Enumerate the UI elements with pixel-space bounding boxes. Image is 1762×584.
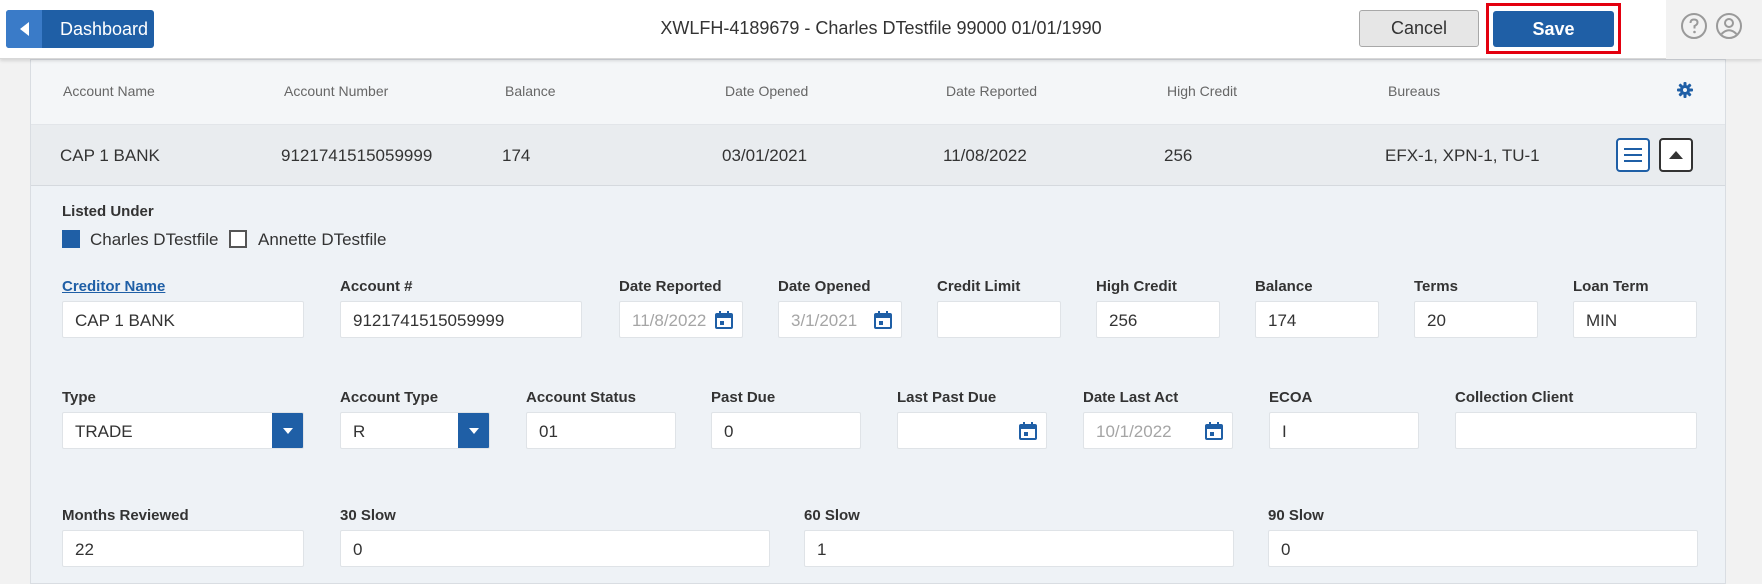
column-header: High Credit [1167, 83, 1238, 99]
gear-icon[interactable] [1677, 82, 1693, 98]
listed-under-checkbox[interactable] [62, 230, 80, 248]
account-type-value: R [353, 422, 366, 441]
type-label: Type [62, 389, 96, 406]
cancel-button[interactable]: Cancel [1359, 10, 1479, 47]
date-last-act-value: 10/1/2022 [1096, 422, 1172, 441]
high-credit-input[interactable]: 256 [1096, 301, 1220, 338]
last-past-due-label: Last Past Due [897, 389, 997, 406]
slow-30-label: 30 Slow [340, 507, 396, 524]
terms-input[interactable]: 20 [1414, 301, 1538, 338]
accounts-panel: Account Name Account Number Balance Date… [30, 59, 1726, 584]
cell-date-opened: 03/01/2021 [722, 146, 808, 165]
column-header: Date Reported [946, 83, 1038, 99]
date-reported-label: Date Reported [619, 278, 722, 295]
account-number-label: Account # [340, 278, 413, 295]
chevron-down-icon[interactable] [458, 413, 489, 448]
last-past-due-input[interactable] [897, 412, 1047, 449]
ecoa-label: ECOA [1269, 389, 1313, 406]
account-status-input[interactable]: 01 [526, 412, 676, 449]
account-type-select[interactable]: R [340, 412, 490, 449]
past-due-input[interactable]: 0 [711, 412, 861, 449]
ecoa-input[interactable]: I [1269, 412, 1419, 449]
listed-under-checkbox[interactable] [229, 230, 247, 248]
collapse-row-button[interactable] [1659, 138, 1693, 172]
listed-under-label: Listed Under [62, 203, 154, 220]
top-bar: Dashboard XWLFH-4189679 - Charles DTestf… [0, 0, 1762, 59]
months-reviewed-label: Months Reviewed [62, 507, 189, 524]
calendar-icon[interactable] [873, 310, 893, 330]
account-number-input[interactable]: 9121741515059999 [340, 301, 582, 338]
type-value: TRADE [75, 422, 133, 441]
loan-term-input[interactable]: MIN [1573, 301, 1697, 338]
slow-30-input[interactable]: 0 [340, 530, 770, 567]
column-header: Account Name [63, 83, 155, 99]
loan-term-label: Loan Term [1573, 278, 1649, 295]
date-opened-input[interactable]: 3/1/2021 [778, 301, 902, 338]
save-button[interactable]: Save [1493, 11, 1614, 47]
table-row[interactable]: CAP 1 BANK 9121741515059999 174 03/01/20… [31, 125, 1725, 186]
listed-under-name: Charles DTestfile [90, 230, 219, 249]
column-header: Balance [505, 83, 556, 99]
date-reported-input[interactable]: 11/8/2022 [619, 301, 743, 338]
balance-label: Balance [1255, 278, 1313, 295]
high-credit-label: High Credit [1096, 278, 1177, 295]
header-icons [1666, 0, 1762, 59]
cell-account-number: 9121741515059999 [281, 146, 433, 165]
cell-bureaus: EFX-1, XPN-1, TU-1 [1385, 146, 1540, 165]
terms-label: Terms [1414, 278, 1458, 295]
calendar-icon[interactable] [1204, 421, 1224, 441]
row-menu-button[interactable] [1616, 138, 1650, 172]
cell-account-name: CAP 1 BANK [60, 146, 160, 165]
chevron-down-icon[interactable] [272, 413, 303, 448]
listed-under-name: Annette DTestfile [258, 230, 387, 249]
date-opened-label: Date Opened [778, 278, 871, 295]
user-profile-icon[interactable] [1715, 12, 1743, 40]
slow-60-label: 60 Slow [804, 507, 860, 524]
help-icon[interactable] [1680, 12, 1708, 40]
slow-90-input[interactable]: 0 [1268, 530, 1698, 567]
date-opened-value: 3/1/2021 [791, 311, 858, 330]
date-last-act-label: Date Last Act [1083, 389, 1179, 406]
months-reviewed-input[interactable]: 22 [62, 530, 304, 567]
account-type-label: Account Type [340, 389, 439, 406]
date-reported-value: 11/8/2022 [632, 311, 707, 330]
slow-60-input[interactable]: 1 [804, 530, 1234, 567]
calendar-icon[interactable] [1018, 421, 1038, 441]
creditor-name-label[interactable]: Creditor Name [62, 278, 165, 295]
account-status-label: Account Status [526, 389, 637, 406]
table-header: Account Name Account Number Balance Date… [31, 60, 1725, 125]
balance-input[interactable]: 174 [1255, 301, 1379, 338]
past-due-label: Past Due [711, 389, 776, 406]
cell-date-reported: 11/08/2022 [943, 146, 1027, 165]
menu-icon [1624, 148, 1642, 162]
creditor-name-input[interactable]: CAP 1 BANK [62, 301, 304, 338]
slow-90-label: 90 Slow [1268, 507, 1324, 524]
date-last-act-input[interactable]: 10/1/2022 [1083, 412, 1233, 449]
collection-client-input[interactable] [1455, 412, 1697, 449]
calendar-icon[interactable] [714, 310, 734, 330]
collection-client-label: Collection Client [1455, 389, 1574, 406]
cell-high-credit: 256 [1164, 146, 1193, 165]
cell-balance: 174 [502, 146, 531, 165]
caret-up-icon [1669, 151, 1683, 159]
credit-limit-label: Credit Limit [937, 278, 1021, 295]
credit-limit-input[interactable] [937, 301, 1061, 338]
save-highlight: Save [1486, 3, 1621, 54]
type-select[interactable]: TRADE [62, 412, 304, 449]
column-header: Bureaus [1388, 83, 1441, 99]
column-header: Date Opened [725, 83, 809, 99]
column-header: Account Number [284, 83, 389, 99]
